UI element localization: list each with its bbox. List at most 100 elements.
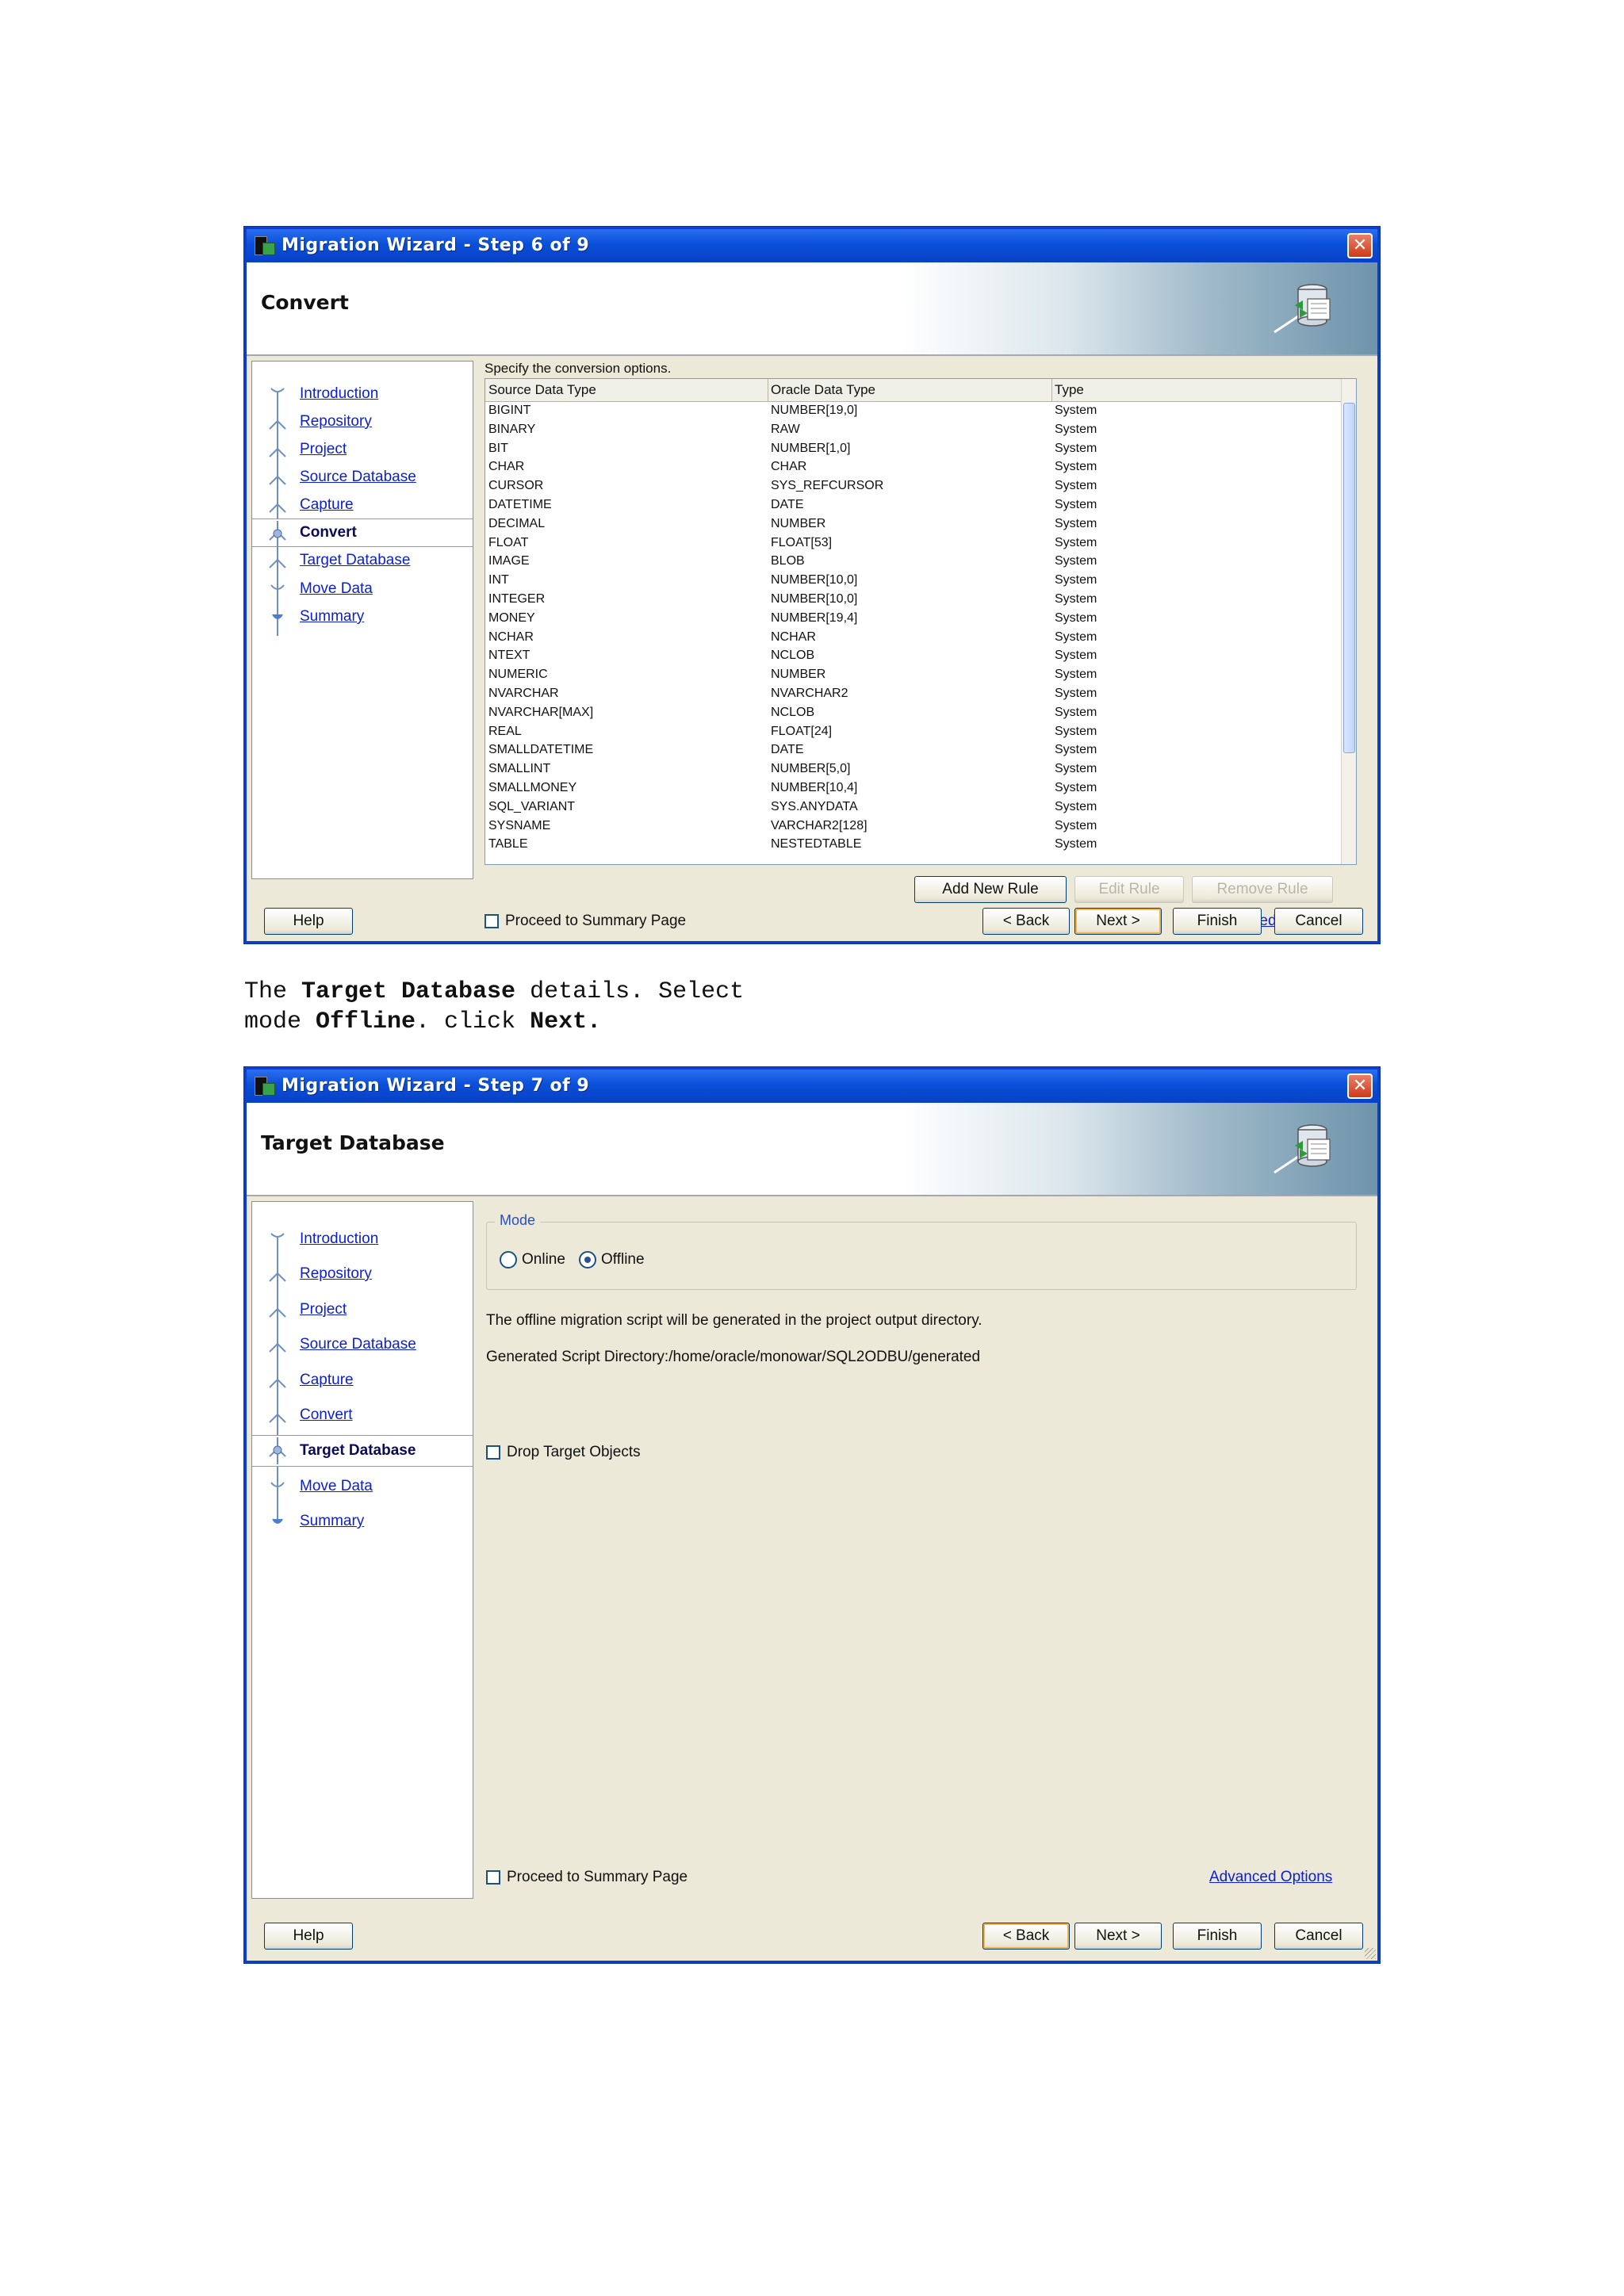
drop-target-objects-checkbox[interactable]	[486, 1445, 500, 1460]
offline-radio-label[interactable]: Offline	[601, 1251, 645, 1269]
drop-target-objects-label[interactable]: Drop Target Objects	[507, 1444, 641, 1461]
nav-repository[interactable]: Repository	[252, 408, 473, 437]
nav-label[interactable]: Capture	[300, 496, 354, 514]
nav-move-data[interactable]: Move Data	[252, 1473, 473, 1502]
offline-radio[interactable]	[579, 1251, 596, 1269]
nav-label[interactable]: Project	[300, 1301, 347, 1318]
cancel-button[interactable]: Cancel	[1274, 1923, 1363, 1950]
back-button[interactable]: < Back	[982, 908, 1070, 935]
nav-move-data[interactable]: Move Data	[252, 576, 473, 604]
nav-step-icon	[269, 493, 286, 520]
table-row[interactable]: NVARCHAR[MAX] NCLOB System	[485, 703, 1342, 722]
nav-convert[interactable]: Convert	[252, 1402, 473, 1430]
nav-step-icon	[269, 1403, 286, 1430]
add-new-rule-button[interactable]: Add New Rule	[914, 876, 1067, 903]
table-row[interactable]: IMAGE BLOB System	[485, 552, 1342, 571]
help-button[interactable]: Help	[264, 1923, 353, 1950]
next-button[interactable]: Next >	[1074, 908, 1162, 935]
nav-label[interactable]: Repository	[300, 1265, 372, 1283]
nav-summary[interactable]: Summary	[252, 603, 473, 632]
online-radio[interactable]	[500, 1251, 517, 1269]
nav-label[interactable]: Move Data	[300, 1478, 373, 1495]
column-header-type[interactable]: Type	[1055, 382, 1084, 398]
nav-label[interactable]: Move Data	[300, 580, 373, 598]
proceed-to-summary-checkbox[interactable]	[485, 914, 499, 928]
nav-label[interactable]: Summary	[300, 1513, 364, 1530]
advanced-options-link[interactable]: Advanced Options	[1209, 1869, 1332, 1886]
nav-target-database[interactable]: Target Database	[252, 547, 473, 576]
nav-label[interactable]: Source Database	[300, 469, 416, 486]
table-row[interactable]: NCHAR NCHAR System	[485, 628, 1342, 647]
proceed-to-summary-label[interactable]: Proceed to Summary Page	[505, 913, 686, 930]
column-header-source[interactable]: Source Data Type	[488, 382, 596, 398]
table-scrollbar[interactable]	[1341, 379, 1356, 864]
close-button[interactable]: ✕	[1347, 233, 1373, 258]
nav-label[interactable]: Source Database	[300, 1336, 416, 1353]
column-header-oracle[interactable]: Oracle Data Type	[771, 382, 875, 398]
nav-capture[interactable]: Capture	[252, 492, 473, 520]
nav-label[interactable]: Repository	[300, 413, 372, 430]
finish-button[interactable]: Finish	[1173, 908, 1262, 935]
nav-summary[interactable]: Summary	[252, 1508, 473, 1536]
online-radio-label[interactable]: Online	[522, 1251, 565, 1269]
resize-grip[interactable]	[1365, 1948, 1376, 1959]
table-row[interactable]: INT NUMBER[10,0] System	[485, 571, 1342, 590]
nav-convert[interactable]: Convert	[252, 519, 473, 548]
nav-repository[interactable]: Repository	[252, 1261, 473, 1289]
help-button[interactable]: Help	[264, 908, 353, 935]
table-row[interactable]: INTEGER NUMBER[10,0] System	[485, 590, 1342, 609]
table-row[interactable]: CURSOR SYS_REFCURSOR System	[485, 476, 1342, 496]
nav-label[interactable]: Introduction	[300, 1230, 378, 1248]
caption-bold: Next.	[530, 1008, 602, 1035]
close-button[interactable]: ✕	[1347, 1073, 1373, 1099]
cancel-button[interactable]: Cancel	[1274, 908, 1363, 935]
nav-label[interactable]: Target Database	[300, 552, 410, 569]
nav-project[interactable]: Project	[252, 1296, 473, 1325]
title-bar[interactable]: Migration Wizard - Step 7 of 9 ✕	[247, 1070, 1377, 1103]
table-row[interactable]: NUMERIC NUMBER System	[485, 665, 1342, 684]
table-row[interactable]: BINARY RAW System	[485, 420, 1342, 439]
nav-source-database[interactable]: Source Database	[252, 464, 473, 492]
nav-target-database[interactable]: Target Database	[252, 1435, 473, 1467]
proceed-to-summary-checkbox[interactable]	[486, 1870, 500, 1885]
table-row[interactable]: FLOAT FLOAT[53] System	[485, 534, 1342, 553]
table-row[interactable]: NTEXT NCLOB System	[485, 646, 1342, 665]
table-row[interactable]: SQL_VARIANT SYS.ANYDATA System	[485, 798, 1342, 817]
nav-source-database[interactable]: Source Database	[252, 1331, 473, 1360]
table-row[interactable]: BIGINT NUMBER[19,0] System	[485, 401, 1342, 420]
table-row[interactable]: DECIMAL NUMBER System	[485, 515, 1342, 534]
nav-label[interactable]: Target Database	[300, 1442, 416, 1460]
nav-label[interactable]: Convert	[300, 524, 357, 541]
table-row[interactable]: BIT NUMBER[1,0] System	[485, 439, 1342, 458]
nav-label[interactable]: Summary	[300, 608, 364, 626]
back-button[interactable]: < Back	[982, 1923, 1070, 1950]
offline-info-text: The offline migration script will be gen…	[486, 1312, 982, 1329]
finish-button[interactable]: Finish	[1173, 1923, 1262, 1950]
proceed-to-summary-label[interactable]: Proceed to Summary Page	[507, 1869, 688, 1886]
nav-label[interactable]: Capture	[300, 1372, 354, 1389]
edit-rule-button[interactable]: Edit Rule	[1074, 876, 1184, 903]
cell-oracle-type: FLOAT[53]	[771, 535, 833, 549]
nav-introduction[interactable]: Introduction	[252, 1226, 473, 1254]
table-row[interactable]: NVARCHAR NVARCHAR2 System	[485, 684, 1342, 703]
nav-capture[interactable]: Capture	[252, 1367, 473, 1395]
table-row[interactable]: CHAR CHAR System	[485, 457, 1342, 476]
table-row[interactable]: MONEY NUMBER[19,4] System	[485, 609, 1342, 628]
table-row[interactable]: SMALLINT NUMBER[5,0] System	[485, 760, 1342, 779]
title-bar[interactable]: Migration Wizard - Step 6 of 9 ✕	[247, 229, 1377, 262]
table-row[interactable]: DATETIME DATE System	[485, 496, 1342, 515]
table-row[interactable]: REAL FLOAT[24] System	[485, 722, 1342, 741]
nav-label[interactable]: Introduction	[300, 385, 378, 403]
nav-project[interactable]: Project	[252, 436, 473, 465]
nav-label[interactable]: Convert	[300, 1406, 353, 1424]
scrollbar-thumb[interactable]	[1343, 403, 1355, 753]
remove-rule-button[interactable]: Remove Rule	[1192, 876, 1333, 903]
nav-label[interactable]: Project	[300, 441, 347, 458]
table-row[interactable]: SYSNAME VARCHAR2[128] System	[485, 817, 1342, 836]
conversion-rules-table[interactable]: Source Data Type Oracle Data Type Type B…	[485, 378, 1357, 865]
table-row[interactable]: SMALLDATETIME DATE System	[485, 740, 1342, 760]
table-row[interactable]: SMALLMONEY NUMBER[10,4] System	[485, 779, 1342, 798]
nav-introduction[interactable]: Introduction	[252, 381, 473, 409]
table-row[interactable]: TABLE NESTEDTABLE System	[485, 835, 1342, 854]
next-button[interactable]: Next >	[1074, 1923, 1162, 1950]
